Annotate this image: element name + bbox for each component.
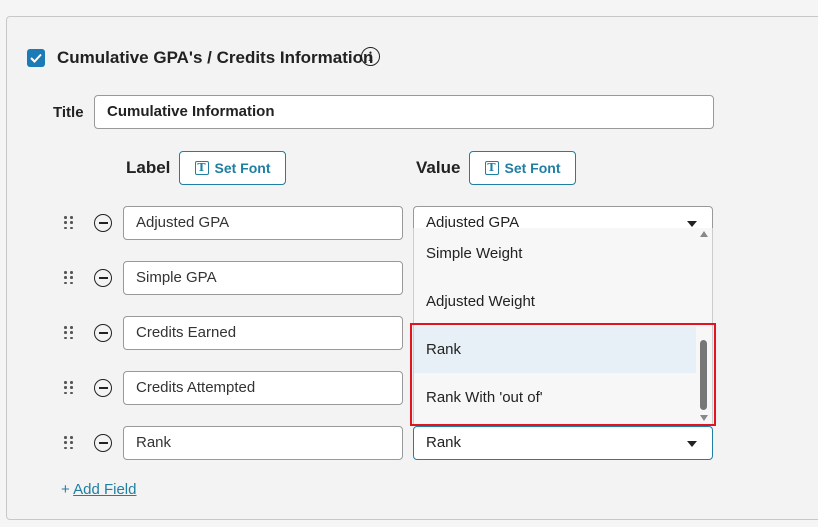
remove-row-icon[interactable]	[94, 269, 112, 287]
text-format-icon: T	[194, 161, 209, 175]
label-column-heading: Label	[126, 158, 171, 177]
drag-handle-icon[interactable]	[64, 436, 74, 450]
remove-row-icon[interactable]	[94, 324, 112, 342]
remove-row-icon[interactable]	[94, 214, 112, 232]
remove-row-icon[interactable]	[94, 434, 112, 452]
value-set-font-button[interactable]: T Set Font	[469, 151, 576, 185]
set-font-label: Set Font	[504, 160, 561, 176]
add-field-label: Add Field	[73, 481, 137, 498]
caret-down-icon	[687, 441, 697, 447]
scroll-down-icon[interactable]	[700, 415, 708, 421]
plus-icon: +	[61, 481, 70, 498]
remove-row-icon[interactable]	[94, 379, 112, 397]
title-input[interactable]: Cumulative Information	[94, 95, 714, 129]
value-dropdown-list: Simple Weight Adjusted Weight Rank Rank …	[413, 228, 713, 426]
info-icon[interactable]: i	[361, 47, 380, 66]
add-field-link[interactable]: + Add Field	[61, 481, 136, 498]
text-format-icon: T	[484, 161, 499, 175]
section-title: Cumulative GPA's / Credits Information	[57, 48, 374, 67]
drag-handle-icon[interactable]	[64, 326, 74, 340]
row-value-select[interactable]: Rank	[413, 426, 713, 460]
dropdown-option[interactable]: Adjusted Weight	[414, 279, 697, 325]
caret-down-icon	[687, 221, 697, 227]
section-checkbox[interactable]	[27, 49, 45, 67]
select-value: Rank	[426, 434, 462, 451]
row-label-input[interactable]: Adjusted GPA	[123, 206, 403, 240]
checkmark-icon	[30, 53, 42, 63]
row-label-input[interactable]: Credits Attempted	[123, 371, 403, 405]
set-font-label: Set Font	[214, 160, 271, 176]
label-set-font-button[interactable]: T Set Font	[179, 151, 286, 185]
dropdown-option[interactable]: Simple Weight	[414, 231, 697, 277]
dropdown-scrollbar[interactable]	[696, 228, 712, 426]
row-label-input[interactable]: Rank	[123, 426, 403, 460]
drag-handle-icon[interactable]	[64, 216, 74, 230]
drag-handle-icon[interactable]	[64, 271, 74, 285]
dropdown-option-hovered[interactable]: Rank	[414, 327, 697, 373]
dropdown-option[interactable]: Rank With 'out of'	[414, 375, 697, 421]
row-label-input[interactable]: Credits Earned	[123, 316, 403, 350]
drag-handle-icon[interactable]	[64, 381, 74, 395]
row-label-input[interactable]: Simple GPA	[123, 261, 403, 295]
value-column-heading: Value	[416, 158, 461, 177]
title-label: Title	[53, 104, 84, 121]
scrollbar-thumb[interactable]	[700, 340, 707, 410]
scroll-up-icon[interactable]	[700, 231, 708, 237]
